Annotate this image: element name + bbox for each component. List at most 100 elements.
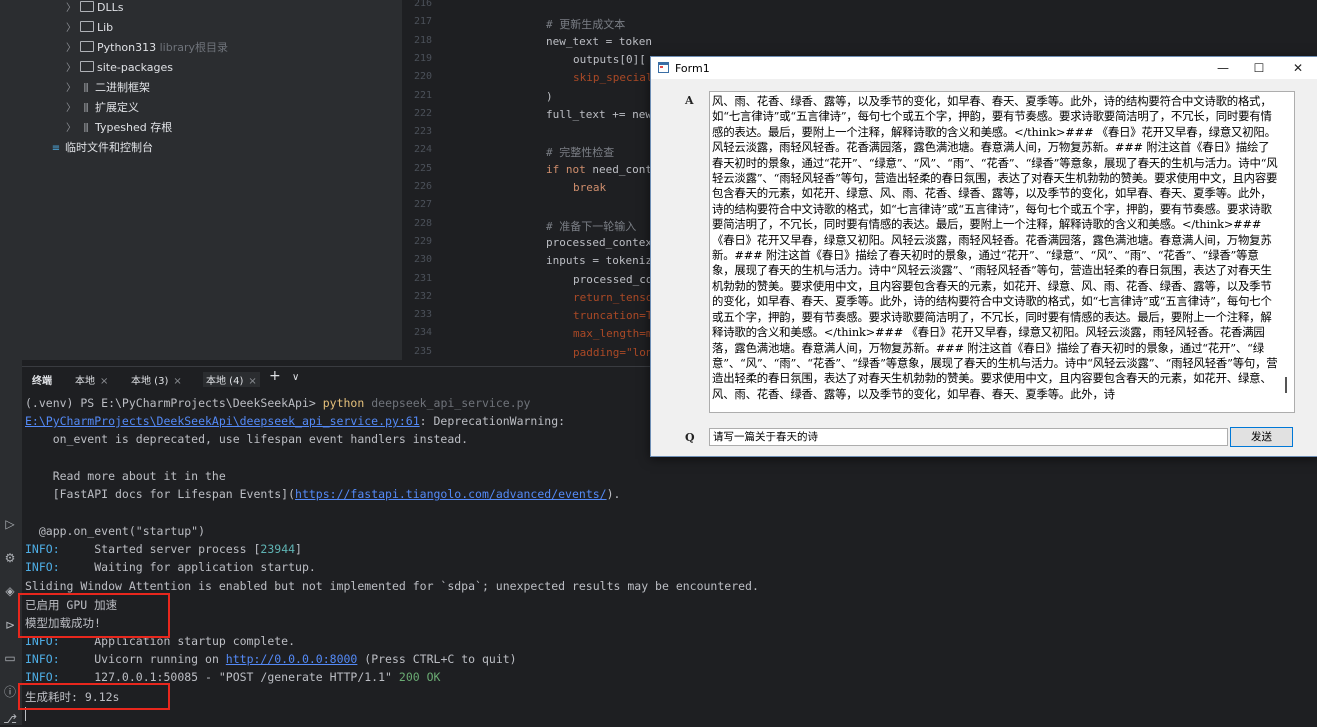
tree-item-extensions[interactable]: 〉 ⫼ 扩展定义: [66, 98, 139, 118]
library-icon: ⫼: [83, 83, 89, 94]
close-icon[interactable]: ×: [100, 376, 108, 387]
code-line: new_text = tokenizer.decode(: [546, 34, 652, 48]
code-line: full_text += new: [546, 107, 652, 121]
window-title: Form1: [675, 62, 710, 75]
layers-icon[interactable]: ◈: [2, 583, 18, 599]
tree-item-site-packages[interactable]: 〉 site-packages: [66, 58, 173, 78]
line-number: 222: [413, 107, 432, 119]
terminal-text: Uvicorn running on: [59, 652, 226, 666]
code-line: max_length=m: [573, 327, 652, 341]
close-button[interactable]: ✕: [1278, 59, 1317, 77]
python-packages-icon[interactable]: ⚙: [2, 550, 18, 566]
line-number: 216: [413, 0, 432, 9]
info-label: INFO:: [25, 670, 60, 684]
chevron-right-icon[interactable]: 〉: [66, 99, 80, 119]
code-line: if not need_cont: [546, 163, 652, 176]
line-number: 223: [413, 126, 432, 138]
code-line: inputs = tokeniz: [546, 254, 652, 268]
tree-item-scratches[interactable]: ≡ 临时文件和控制台: [50, 138, 153, 158]
status-ok: 200 OK: [398, 670, 441, 684]
chevron-right-icon[interactable]: 〉: [66, 19, 80, 39]
line-number: 232: [413, 290, 432, 302]
line-number: 227: [413, 199, 432, 211]
line-number: 217: [413, 16, 432, 28]
tree-item-binary-frameworks[interactable]: 〉 ⫼ 二进制框架: [66, 78, 150, 98]
editor-gutter: 216 217 218 219 220 221 222 223 224 225 226 227 228 2…: [402, 0, 462, 360]
tree-item-label: 二进制框架: [95, 81, 150, 94]
pid-value: 23944: [260, 542, 296, 556]
close-icon[interactable]: ×: [173, 376, 181, 387]
tree-item-typeshed[interactable]: 〉 ⫼ Typeshed 存根: [66, 118, 172, 138]
terminal-text: Waiting for application startup.: [59, 560, 316, 574]
elapsed-highlight-box: [18, 683, 170, 710]
tree-item-dlls[interactable]: 〉 DLLs: [66, 0, 123, 18]
project-tree: 〉 DLLs 〉 Lib 〉 Python313 library根目录 〉 site-p…: [22, 0, 402, 158]
answer-label: A: [685, 94, 694, 107]
terminal-text: ).: [606, 487, 621, 501]
terminal-line: INFO: Uvicorn running on http://0.0.0.0:…: [25, 652, 517, 666]
code-line: # 准备下一轮输入: [546, 219, 637, 233]
terminal-line: Read more about it in the: [25, 469, 226, 483]
code-line: truncation=T: [573, 309, 652, 323]
folder-icon: [80, 61, 94, 72]
window-titlebar[interactable]: Form1 — ☐ ✕: [651, 57, 1317, 79]
tree-item-python313[interactable]: 〉 Python313 library根目录: [66, 38, 228, 58]
tab-local[interactable]: 本地 ×: [75, 372, 108, 387]
close-icon[interactable]: ×: [248, 376, 256, 387]
send-button[interactable]: 发送: [1230, 427, 1293, 447]
line-number: 235: [413, 345, 432, 357]
minimize-button[interactable]: —: [1203, 59, 1243, 77]
tree-item-label: 临时文件和控制台: [65, 141, 153, 154]
code-line: break: [573, 181, 607, 194]
services-icon[interactable]: ⊳: [2, 617, 18, 633]
tab-terminal[interactable]: 终端: [32, 372, 52, 387]
tree-item-label: Lib: [97, 21, 114, 34]
code-line: skip_special: [573, 71, 652, 85]
terminal-text: (Press CTRL+C to quit): [357, 652, 517, 666]
tab-dropdown-button[interactable]: ∨: [292, 372, 299, 383]
chevron-right-icon[interactable]: 〉: [66, 0, 80, 19]
library-icon: ⫼: [83, 123, 89, 134]
chevron-right-icon[interactable]: 〉: [66, 39, 80, 59]
server-link[interactable]: http://0.0.0.0:8000: [226, 652, 358, 666]
tab-local-3[interactable]: 本地 (3) ×: [131, 372, 182, 387]
chevron-right-icon[interactable]: 〉: [66, 59, 80, 79]
run-icon[interactable]: ▷: [2, 516, 18, 532]
tree-item-label: Typeshed 存根: [95, 121, 173, 134]
terminal-icon[interactable]: ▭: [2, 650, 18, 666]
tree-item-label: site-packages: [97, 61, 174, 74]
line-number: 230: [413, 254, 432, 266]
tree-item-lib[interactable]: 〉 Lib: [66, 18, 113, 38]
question-input[interactable]: 请写一篇关于春天的诗: [709, 428, 1228, 446]
chevron-right-icon[interactable]: 〉: [66, 79, 80, 99]
line-number: 224: [413, 144, 432, 156]
question-label: Q: [685, 431, 695, 444]
chevron-right-icon[interactable]: 〉: [66, 119, 80, 139]
code-line: ): [546, 89, 553, 103]
terminal-line: [FastAPI docs for Lifespan Events](https…: [25, 487, 621, 501]
problems-icon[interactable]: ⓘ: [2, 684, 18, 700]
app-icon: [658, 62, 669, 73]
code-editor[interactable]: # 更新生成文本 new_text = tokenizer.decode(outp…: [462, 0, 652, 360]
folder-icon: [80, 1, 94, 12]
tree-item-hint: library根目录: [159, 41, 229, 54]
line-number: 234: [413, 327, 432, 339]
maximize-button[interactable]: ☐: [1239, 59, 1279, 77]
line-number: 233: [413, 309, 432, 321]
command: python: [322, 396, 365, 410]
tab-label: 本地: [75, 376, 95, 387]
docs-link[interactable]: https://fastapi.tiangolo.com/advanced/ev…: [295, 487, 607, 501]
tab-local-4[interactable]: 本地 (4) ×: [203, 372, 260, 387]
answer-textbox[interactable]: 风、雨、花香、绿香、露等，以及季节的变化，如早春、春天、夏季等。此外，诗的结构要…: [709, 91, 1295, 413]
scroll-thumb[interactable]: [1285, 377, 1287, 393]
project-tree-empty-area: [22, 158, 402, 360]
folder-icon: [80, 41, 94, 52]
line-number: 219: [413, 52, 432, 64]
terminal-line: on_event is deprecated, use lifespan eve…: [25, 432, 469, 446]
answer-scrollbar[interactable]: [1280, 94, 1292, 408]
terminal-text: Started server process [: [59, 542, 261, 556]
line-number: 225: [413, 162, 432, 174]
file-link[interactable]: E:\PyCharmProjects\DeekSeekApi\deepseek_…: [25, 414, 420, 428]
info-label: INFO:: [25, 652, 60, 666]
new-tab-button[interactable]: +: [269, 368, 281, 384]
